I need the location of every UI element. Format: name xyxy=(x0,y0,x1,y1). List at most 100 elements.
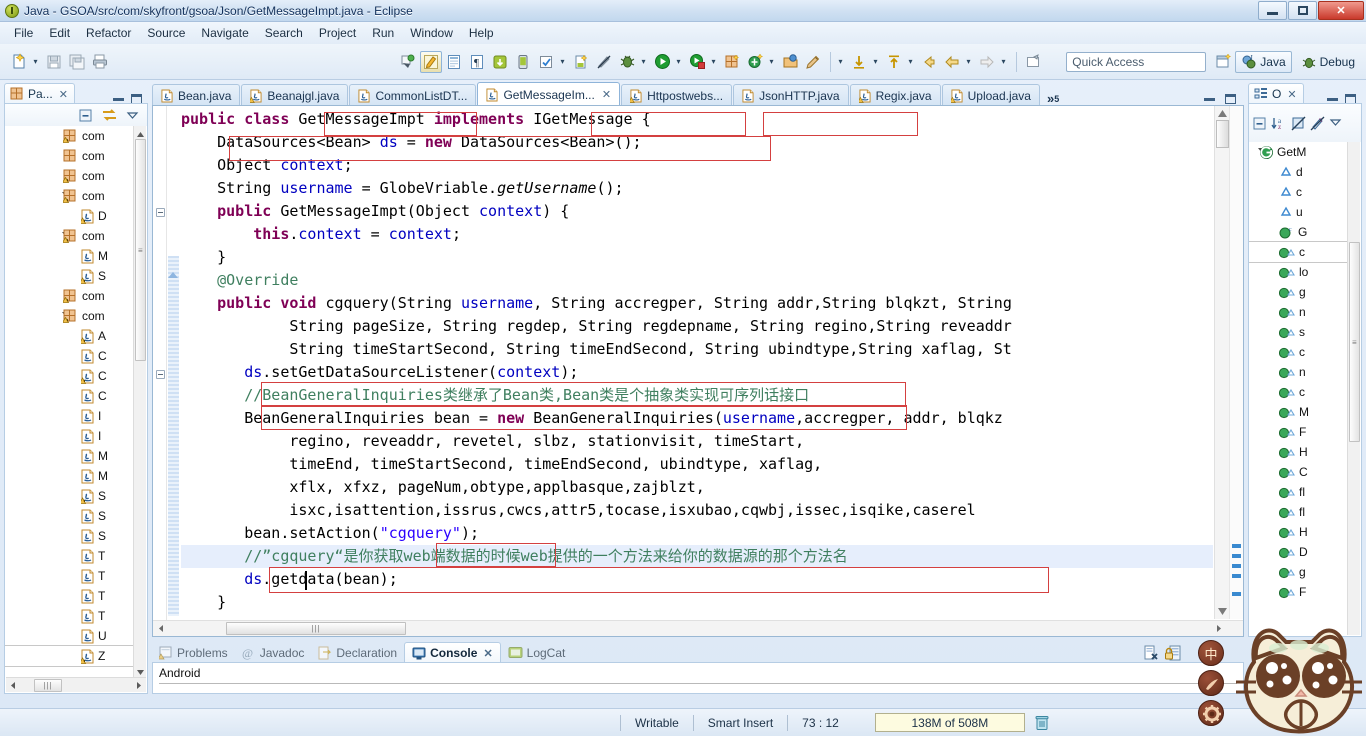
outline-node[interactable]: cG xyxy=(1249,222,1348,242)
editor-tab[interactable]: Bean.java xyxy=(152,84,241,106)
code-line[interactable]: BeanGeneralInquiries bean = new BeanGene… xyxy=(181,407,1213,430)
bottom-tab-logcat[interactable]: LogCat xyxy=(501,642,573,663)
outline-node[interactable]: n xyxy=(1249,362,1348,382)
forward-dropdown-icon[interactable]: ▾ xyxy=(999,51,1008,73)
editor-tab[interactable]: Beanajgl.java xyxy=(241,84,349,106)
package-explorer-node[interactable]: com xyxy=(5,186,133,206)
code-line[interactable]: public class GetMessageImpt implements I… xyxy=(181,108,1213,131)
restore-icon[interactable] xyxy=(1204,97,1215,101)
code-line[interactable]: @Override xyxy=(181,269,1213,292)
package-explorer-node[interactable]: S xyxy=(5,526,133,546)
code-line[interactable]: DataSources<Bean> ds = new DataSources<B… xyxy=(181,131,1213,154)
menu-help[interactable]: Help xyxy=(461,24,502,42)
package-explorer-node[interactable]: D xyxy=(5,206,133,226)
scroll-left-icon[interactable] xyxy=(9,681,18,690)
package-explorer-node[interactable]: T xyxy=(5,606,133,626)
android-virtual-device-manager-icon[interactable] xyxy=(512,51,534,73)
editor-tab[interactable]: Regix.java xyxy=(849,84,941,106)
editor-tab[interactable]: GetMessageIm... ✕ xyxy=(477,82,621,106)
menu-window[interactable]: Window xyxy=(402,24,461,42)
editor-overview-ruler[interactable] xyxy=(1229,106,1243,619)
package-explorer-node[interactable]: M xyxy=(5,446,133,466)
outline-node[interactable]: fl xyxy=(1249,482,1348,502)
next-annotation-dropdown-icon[interactable]: ▾ xyxy=(871,51,880,73)
ime-handwriting-button[interactable] xyxy=(1198,670,1224,696)
package-explorer-node[interactable]: M xyxy=(5,246,133,266)
package-explorer-node[interactable]: com xyxy=(5,286,133,306)
package-explorer-node[interactable]: C xyxy=(5,346,133,366)
new-wizard-icon[interactable] xyxy=(8,51,30,73)
tab-outline[interactable]: O ✕ xyxy=(1248,83,1304,104)
package-explorer-node[interactable]: com xyxy=(5,306,133,326)
editor-tab[interactable]: Httpostwebs... xyxy=(621,84,733,106)
package-explorer-node[interactable]: I xyxy=(5,406,133,426)
outline-node[interactable]: C xyxy=(1249,462,1348,482)
code-line[interactable]: //BeanGeneralInquiries类继承了Bean类,Bean类是个抽… xyxy=(181,384,1213,407)
scroll-up-icon[interactable] xyxy=(136,128,145,137)
outline-node[interactable]: H xyxy=(1249,442,1348,462)
run-external-tools-icon[interactable] xyxy=(686,51,708,73)
open-type-icon[interactable] xyxy=(443,51,465,73)
code-line[interactable]: xflx, xfxz, pageNum,obtype,applbasque,za… xyxy=(181,476,1213,499)
menu-navigate[interactable]: Navigate xyxy=(193,24,256,42)
editor-tab[interactable]: JsonHTTP.java xyxy=(733,84,849,106)
outline-node[interactable]: D xyxy=(1249,542,1348,562)
back-icon[interactable] xyxy=(941,51,963,73)
outline-node[interactable]: g xyxy=(1249,282,1348,302)
outline-tree[interactable]: GetM d c u c Gc lo g n s c n c M F H Cfl fl H Dg F xyxy=(1249,142,1348,636)
code-line[interactable]: timeEnd, timeStartSecond, timeEndSecond,… xyxy=(181,453,1213,476)
minimize-button[interactable] xyxy=(1258,1,1287,20)
code-line[interactable]: String pageSize, String regdep, String r… xyxy=(181,315,1213,338)
package-explorer-node[interactable]: A xyxy=(5,326,133,346)
pin-editor-icon[interactable] xyxy=(1022,51,1044,73)
new-android-activity-icon[interactable] xyxy=(570,51,592,73)
bottom-tab-declaration[interactable]: Declaration xyxy=(311,642,404,663)
new-wizard-dropdown-icon[interactable]: ▾ xyxy=(31,51,40,73)
debug-icon[interactable] xyxy=(616,51,638,73)
open-perspective-button[interactable] xyxy=(1212,51,1234,73)
hide-fields-icon[interactable] xyxy=(1291,116,1306,131)
previous-annotation-menu-icon[interactable]: ▾ xyxy=(906,51,915,73)
outline-node[interactable]: g xyxy=(1249,562,1348,582)
open-perspective-icon[interactable] xyxy=(779,51,801,73)
package-explorer-node[interactable]: S xyxy=(5,266,133,286)
code-line[interactable]: String timeStartSecond, String timeEndSe… xyxy=(181,338,1213,361)
editor-tab[interactable]: CommonListDT... xyxy=(349,84,477,106)
minimize-icon[interactable] xyxy=(1327,97,1338,101)
outline-node[interactable]: d xyxy=(1249,162,1348,182)
package-explorer-node[interactable]: com xyxy=(5,126,133,146)
forward-icon[interactable] xyxy=(976,51,998,73)
code-line[interactable]: //”cgquery“是你获取web端数据的时候web提供的一个方法来给你的数据… xyxy=(181,545,1213,568)
view-menu-icon[interactable] xyxy=(1329,117,1343,129)
outline-node[interactable]: s xyxy=(1249,322,1348,342)
editor-gutter[interactable] xyxy=(153,106,167,636)
package-explorer-node[interactable]: com xyxy=(5,226,133,246)
outline-node[interactable]: F xyxy=(1249,582,1348,602)
package-explorer-scroll-thumb[interactable]: ≡ xyxy=(135,139,146,361)
outline-scroll-thumb[interactable]: ≡ xyxy=(1349,242,1360,442)
package-explorer-node[interactable]: S xyxy=(5,486,133,506)
menu-edit[interactable]: Edit xyxy=(41,24,78,42)
next-annotation-icon[interactable] xyxy=(848,51,870,73)
view-menu-icon[interactable] xyxy=(126,109,139,122)
close-icon[interactable]: ✕ xyxy=(59,88,68,101)
debug-dropdown-icon[interactable]: ▾ xyxy=(639,51,648,73)
outline-vscrollbar[interactable]: ≡ xyxy=(1347,142,1360,635)
save-icon[interactable] xyxy=(43,51,65,73)
editor-tab[interactable]: Upload.java xyxy=(941,84,1040,106)
outline-node[interactable]: u xyxy=(1249,202,1348,222)
run-dropdown-icon[interactable]: ▾ xyxy=(674,51,683,73)
previous-annotation-dropdown-icon[interactable]: ▾ xyxy=(836,51,845,73)
heap-status-indicator[interactable]: 138M of 508M xyxy=(874,713,1025,732)
scroll-right-icon[interactable] xyxy=(1214,624,1223,633)
save-all-icon[interactable] xyxy=(66,51,88,73)
menu-file[interactable]: File xyxy=(6,24,41,42)
code-line[interactable]: bean.setAction("cgquery"); xyxy=(181,522,1213,545)
ime-language-toggle[interactable]: 中 xyxy=(1198,640,1224,666)
new-java-project-icon[interactable] xyxy=(420,50,442,73)
editor-hscroll-thumb[interactable]: ||| xyxy=(226,622,406,635)
package-explorer-node[interactable]: T xyxy=(5,566,133,586)
close-button[interactable]: ✕ xyxy=(1318,1,1364,20)
code-line[interactable]: ds.getdata(bean); xyxy=(181,568,1213,591)
print-icon[interactable] xyxy=(89,51,111,73)
